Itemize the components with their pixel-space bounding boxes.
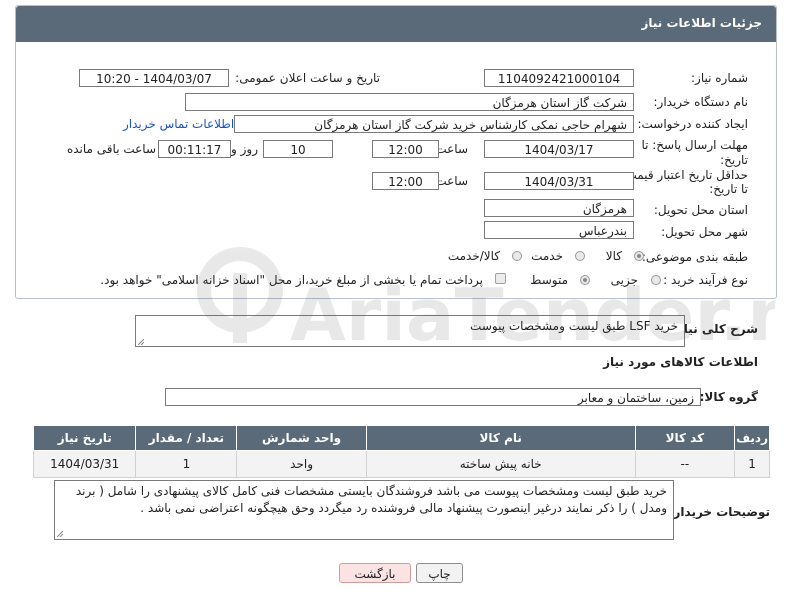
validity-time-field: 12:00 — [372, 172, 439, 190]
validity-time-label: ساعت — [435, 174, 468, 188]
need-number-label: شماره نیاز: — [691, 71, 748, 85]
panel-header: جزئیات اطلاعات نیاز — [16, 6, 776, 42]
panel-title: جزئیات اطلاعات نیاز — [641, 16, 762, 30]
validity-date-field: 1404/03/31 — [484, 172, 634, 190]
resize-grip-icon — [57, 531, 63, 537]
buyer-org-field: شرکت گاز استان هرمزگان — [185, 93, 634, 111]
col-item-name: نام کالا — [365, 425, 636, 451]
category-option-goods-service: کالا/خدمت — [447, 249, 500, 263]
days-field: 10 — [263, 140, 333, 158]
cell-item-name: خانه پیش ساخته — [365, 450, 636, 478]
announce-date-label: تاریخ و ساعت اعلان عمومی: — [235, 71, 380, 85]
province-label: استان محل تحویل: — [653, 203, 748, 217]
city-label: شهر محل تحویل: — [661, 225, 748, 239]
goods-table: ردیف کد کالا نام کالا واحد شمارش تعداد /… — [32, 425, 770, 478]
process-radio-minor[interactable] — [651, 275, 661, 285]
category-option-service: خدمت — [531, 249, 563, 263]
col-row-number: ردیف — [734, 425, 770, 451]
category-option-goods: کالا — [605, 249, 622, 263]
process-option-minor: جزیی — [610, 273, 638, 287]
col-item-code: کد کالا — [634, 425, 736, 451]
deadline-date-field: 1404/03/17 — [484, 140, 634, 158]
print-button[interactable]: چاپ — [416, 563, 463, 583]
announce-date-field: 1404/03/07 - 10:20 — [79, 69, 229, 87]
need-number-field: 1104092421000104 — [484, 69, 634, 87]
goods-group-label: گروه کالا: — [699, 390, 758, 404]
validity-label-2: تا تاریخ: — [709, 182, 748, 196]
province-field: هرمزگان — [484, 199, 634, 217]
cell-quantity: 1 — [135, 450, 238, 478]
cell-item-code: -- — [634, 450, 736, 478]
description-field[interactable]: خرید LSF طبق لیست ومشخصات پیوست — [135, 315, 685, 347]
category-radio-goods[interactable] — [634, 251, 644, 261]
deadline-time-label: ساعت — [435, 142, 468, 156]
buyer-notes-field[interactable]: خرید طبق لیست ومشخصات پیوست می باشد فروش… — [54, 480, 674, 540]
table-header-row: ردیف کد کالا نام کالا واحد شمارش تعداد /… — [32, 425, 770, 451]
cell-unit: واحد — [236, 450, 367, 478]
goods-info-title: اطلاعات کالاهای مورد نیاز — [603, 355, 758, 369]
col-need-date: تاریخ نیاز — [32, 425, 137, 451]
resize-grip-icon — [138, 339, 144, 345]
buyer-notes-label: توضیحات خریدار: — [668, 505, 770, 519]
cell-row-number: 1 — [734, 450, 770, 478]
creator-label: ایجاد کننده درخواست: — [637, 117, 748, 131]
process-option-medium: متوسط — [530, 273, 568, 287]
remaining-time-label: ساعت باقی مانده — [66, 142, 156, 156]
days-label: روز و — [231, 142, 258, 156]
process-label: نوع فرآیند خرید : — [663, 273, 748, 287]
treasury-payment-text: پرداخت تمام یا بخشی از مبلغ خرید،از محل … — [100, 273, 483, 287]
description-text: خرید LSF طبق لیست ومشخصات پیوست — [470, 319, 678, 333]
table-row: 1 -- خانه پیش ساخته واحد 1 1404/03/31 — [32, 450, 770, 478]
deadline-label: مهلت ارسال پاسخ: تا — [641, 138, 748, 152]
city-field: بندرعباس — [484, 221, 634, 239]
cell-need-date: 1404/03/31 — [32, 450, 137, 478]
remaining-time-field: 00:11:17 — [158, 140, 231, 158]
category-label: طبقه بندی موضوعی: — [641, 250, 748, 264]
treasury-payment-checkbox[interactable] — [495, 273, 506, 284]
deadline-time-field: 12:00 — [372, 140, 439, 158]
buyer-contact-link[interactable]: اطلاعات تماس خریدار — [123, 117, 234, 131]
back-button[interactable]: بازگشت — [339, 563, 411, 583]
goods-group-field: زمین، ساختمان و معابر — [165, 388, 701, 406]
category-radio-service[interactable] — [575, 251, 585, 261]
process-radio-medium[interactable] — [580, 275, 590, 285]
validity-label: حداقل تاریخ اعتبار قیمت: — [621, 168, 748, 182]
col-unit: واحد شمارش — [236, 425, 367, 451]
buyer-org-label: نام دستگاه خریدار: — [653, 95, 749, 109]
creator-field: شهرام حاجی نمکی کارشناس خرید شرکت گاز اس… — [234, 115, 634, 133]
category-radio-goods-service[interactable] — [512, 251, 522, 261]
col-quantity: تعداد / مقدار — [135, 425, 238, 451]
deadline-label-2: تاریخ: — [720, 153, 748, 167]
